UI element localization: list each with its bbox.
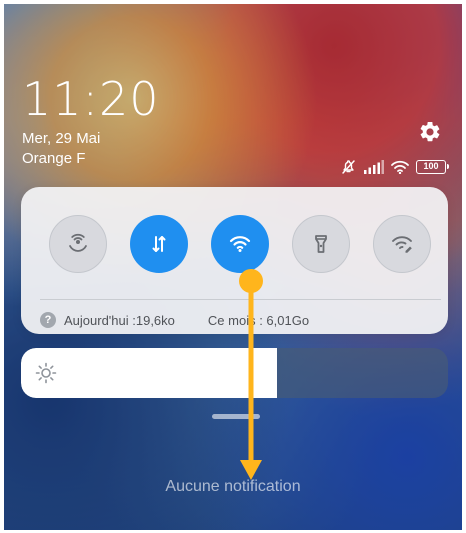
hotspot-toggle[interactable]	[49, 215, 107, 273]
mobile-data-toggle[interactable]	[130, 215, 188, 273]
mute-icon	[340, 159, 357, 175]
help-icon: ?	[40, 312, 56, 328]
data-usage-row[interactable]: ? Aujourd'hui :19,6ko Ce mois : 6,01Go	[40, 312, 309, 328]
status-panel: 11:20 Mer, 29 Mai Orange F	[22, 76, 160, 168]
flashlight-toggle[interactable]	[292, 215, 350, 273]
phone-screen: 11:20 Mer, 29 Mai Orange F 100 ? Aujourd…	[4, 4, 462, 530]
signal-icon	[364, 160, 384, 174]
brightness-fill	[21, 348, 278, 398]
status-bar-icons: 100	[340, 159, 449, 175]
data-usage-month: Ce mois : 6,01Go	[207, 312, 310, 328]
gear-icon[interactable]	[418, 120, 442, 144]
empty-notifications-label: Aucune notification	[165, 478, 301, 495]
flashlight-icon	[308, 231, 334, 257]
clock-time: 11:20	[22, 72, 160, 126]
wifi-icon	[227, 231, 253, 257]
carrier-label: Orange F	[22, 150, 86, 167]
wifi-assistant-toggle[interactable]	[373, 215, 431, 273]
brightness-slider[interactable]	[21, 348, 448, 398]
wifi-toggle[interactable]	[211, 215, 269, 273]
drag-handle[interactable]	[212, 414, 260, 419]
battery-icon: 100	[416, 160, 449, 174]
mobile-data-icon	[146, 231, 172, 257]
brightness-icon	[35, 362, 57, 384]
wifi-icon	[391, 160, 409, 174]
quick-settings-panel: ? Aujourd'hui :19,6ko Ce mois : 6,01Go	[21, 187, 448, 334]
hotspot-icon	[65, 231, 91, 257]
date-label: Mer, 29 Mai	[22, 130, 101, 147]
wifi-edit-icon	[389, 231, 415, 257]
panel-divider	[40, 299, 441, 300]
data-usage-today: Aujourd'hui :19,6ko	[64, 312, 175, 328]
